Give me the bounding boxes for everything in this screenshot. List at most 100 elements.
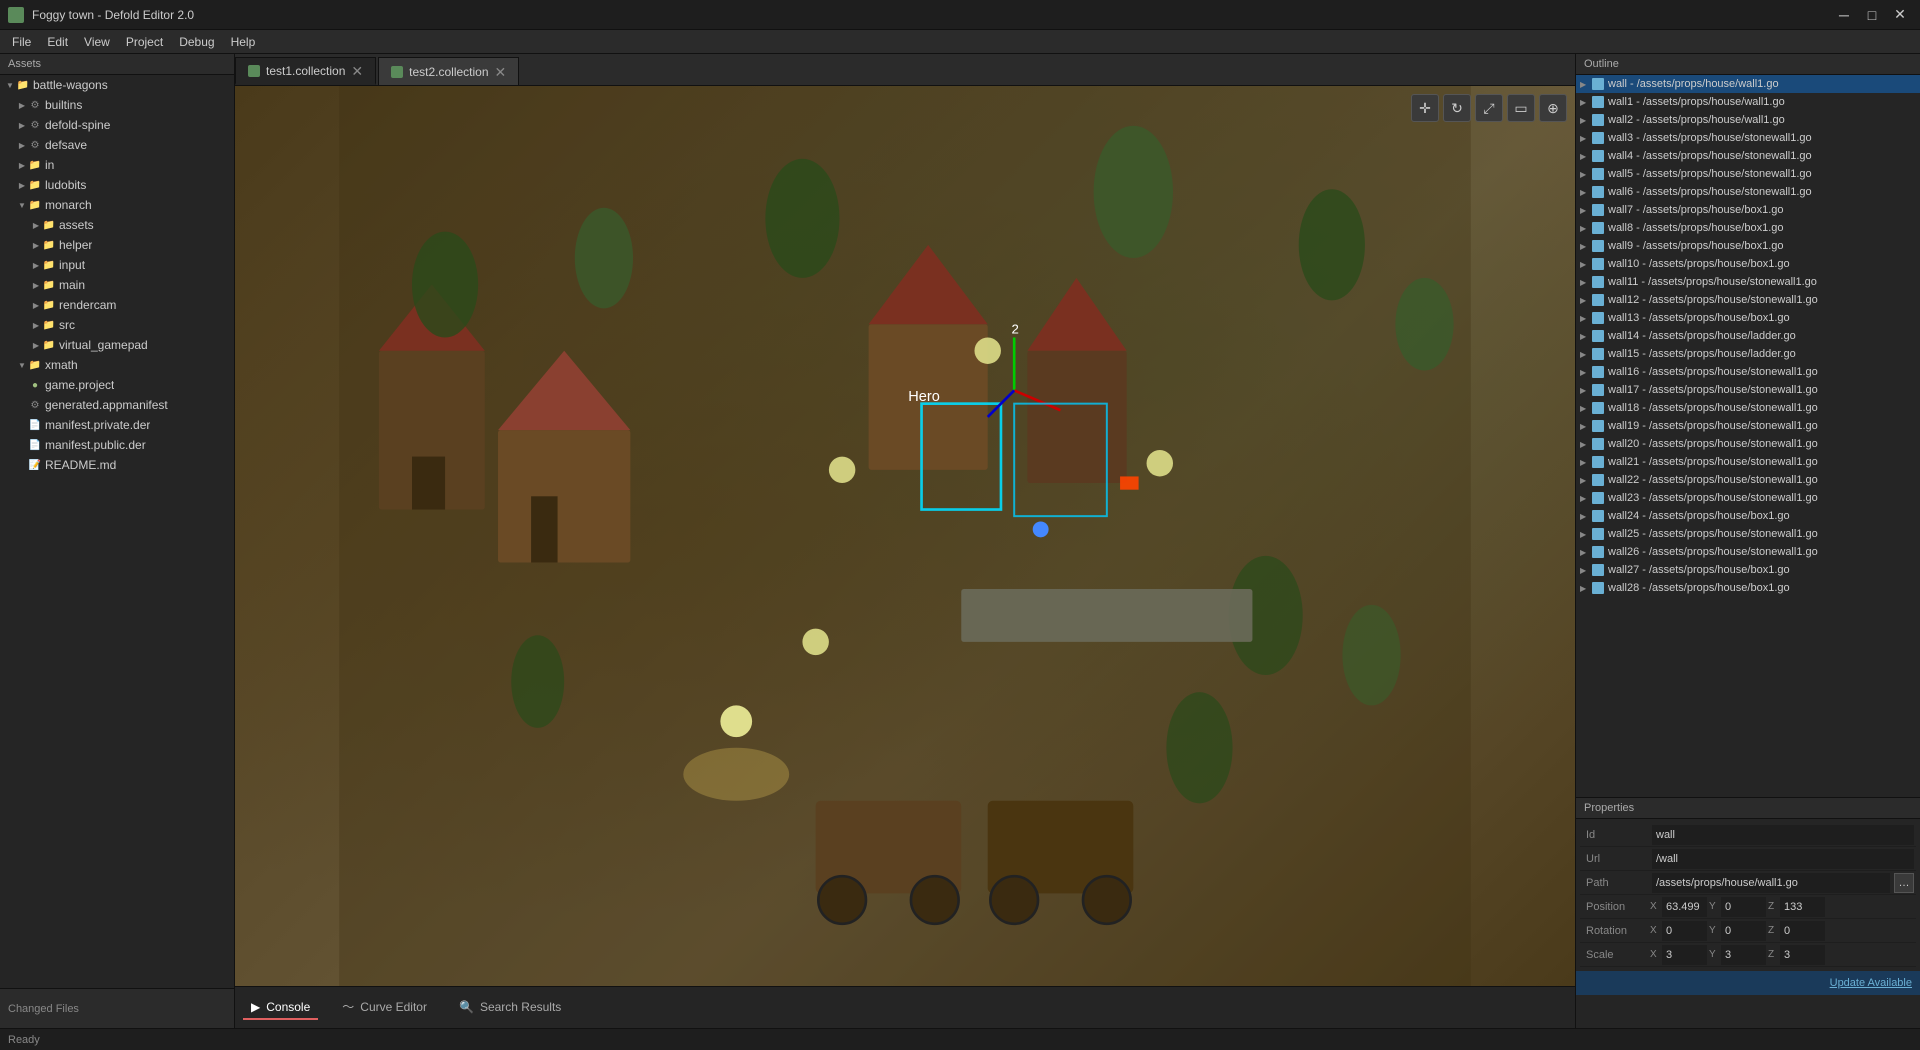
outline-item-wall-9[interactable]: ▶ wall9 - /assets/props/house/box1.go (1576, 237, 1920, 255)
outline-item-wall-7[interactable]: ▶ wall7 - /assets/props/house/box1.go (1576, 201, 1920, 219)
outline-item-wall-13[interactable]: ▶ wall13 - /assets/props/house/box1.go (1576, 309, 1920, 327)
outline-item-wall-21[interactable]: ▶ wall21 - /assets/props/house/stonewall… (1576, 453, 1920, 471)
outline-arrow: ▶ (1580, 584, 1592, 593)
tab-close-button[interactable]: ✕ (351, 64, 363, 78)
outline-item-wall-16[interactable]: ▶ wall16 - /assets/props/house/stonewall… (1576, 363, 1920, 381)
sidebar-item-readme[interactable]: 📝 README.md (0, 455, 234, 475)
title-bar: Foggy town - Defold Editor 2.0 ─ □ ✕ (0, 0, 1920, 30)
menu-help[interactable]: Help (223, 33, 264, 51)
sidebar-item-defold-spine[interactable]: ⚙ defold-spine (0, 115, 234, 135)
outline-item-wall-17[interactable]: ▶ wall17 - /assets/props/house/stonewall… (1576, 381, 1920, 399)
outline-item-wall-8[interactable]: ▶ wall8 - /assets/props/house/box1.go (1576, 219, 1920, 237)
outline-item-wall-19[interactable]: ▶ wall19 - /assets/props/house/stonewall… (1576, 417, 1920, 435)
sidebar-item-helper[interactable]: 📁 helper (0, 235, 234, 255)
scale-y-value[interactable]: 3 (1721, 945, 1766, 965)
sidebar-item-input[interactable]: 📁 input (0, 255, 234, 275)
position-z: Z 133 (1768, 897, 1825, 917)
outline-label: wall27 - /assets/props/house/box1.go (1608, 564, 1790, 576)
sidebar-item-rendercam[interactable]: 📁 rendercam (0, 295, 234, 315)
menu-debug[interactable]: Debug (171, 33, 222, 51)
sidebar-item-src[interactable]: 📁 src (0, 315, 234, 335)
move-tool-button[interactable]: ✛ (1411, 94, 1439, 122)
sidebar-item-in[interactable]: 📁 in (0, 155, 234, 175)
rotate-tool-button[interactable]: ↻ (1443, 94, 1471, 122)
sidebar-item-ludobits[interactable]: 📁 ludobits (0, 175, 234, 195)
outline-item-wall-0[interactable]: ▶ wall - /assets/props/house/wall1.go (1576, 75, 1920, 93)
sidebar-item-monarch[interactable]: 📁 monarch (0, 195, 234, 215)
outline-item-wall-10[interactable]: ▶ wall10 - /assets/props/house/box1.go (1576, 255, 1920, 273)
update-available-link[interactable]: Update Available (1830, 977, 1912, 989)
outline-item-wall-18[interactable]: ▶ wall18 - /assets/props/house/stonewall… (1576, 399, 1920, 417)
menu-view[interactable]: View (76, 33, 118, 51)
tab-test1[interactable]: test1.collection ✕ (235, 57, 376, 85)
prop-value-id[interactable]: wall (1652, 825, 1914, 845)
zoom-tool-button[interactable]: ⊕ (1539, 94, 1567, 122)
position-y-value[interactable]: 0 (1721, 897, 1766, 917)
sidebar-item-builtins[interactable]: ⚙ builtins (0, 95, 234, 115)
outline-item-wall-24[interactable]: ▶ wall24 - /assets/props/house/box1.go (1576, 507, 1920, 525)
outline-item-wall-27[interactable]: ▶ wall27 - /assets/props/house/box1.go (1576, 561, 1920, 579)
changed-files-tab[interactable]: Changed Files (0, 988, 234, 1028)
outline-item-wall-6[interactable]: ▶ wall6 - /assets/props/house/stonewall1… (1576, 183, 1920, 201)
sidebar-item-manifest-public[interactable]: 📄 manifest.public.der (0, 435, 234, 455)
scale-tool-button[interactable]: ⤢ (1475, 94, 1503, 122)
menu-project[interactable]: Project (118, 33, 171, 51)
scale-z-value[interactable]: 3 (1780, 945, 1825, 965)
sidebar-item-defsave[interactable]: ⚙ defsave (0, 135, 234, 155)
path-browse-button[interactable]: … (1894, 873, 1914, 893)
rotation-x-value[interactable]: 0 (1662, 921, 1707, 941)
console-tab[interactable]: ▶ Console (243, 996, 318, 1020)
outline-arrow: ▶ (1580, 278, 1592, 287)
maximize-button[interactable]: □ (1860, 5, 1884, 25)
console-tab-label: Console (266, 1000, 310, 1014)
folder-icon: 📁 (28, 358, 42, 372)
go-icon (1592, 528, 1604, 540)
prop-value-path[interactable]: /assets/props/house/wall1.go (1652, 873, 1890, 893)
close-button[interactable]: ✕ (1888, 5, 1912, 25)
curve-editor-tab[interactable]: 〜 Curve Editor (334, 994, 435, 1021)
sidebar-item-main[interactable]: 📁 main (0, 275, 234, 295)
sidebar-item-battle-wagons[interactable]: 📁 battle-wagons (0, 75, 234, 95)
sidebar-item-game-project[interactable]: ● game.project (0, 375, 234, 395)
rotation-z-value[interactable]: 0 (1780, 921, 1825, 941)
outline-item-wall-4[interactable]: ▶ wall4 - /assets/props/house/stonewall1… (1576, 147, 1920, 165)
outline-item-wall-15[interactable]: ▶ wall15 - /assets/props/house/ladder.go (1576, 345, 1920, 363)
outline-item-wall-25[interactable]: ▶ wall25 - /assets/props/house/stonewall… (1576, 525, 1920, 543)
tree-arrow-empty (16, 379, 28, 391)
tree-label: manifest.private.der (45, 418, 150, 432)
outline-item-wall-26[interactable]: ▶ wall26 - /assets/props/house/stonewall… (1576, 543, 1920, 561)
outline-item-wall-12[interactable]: ▶ wall12 - /assets/props/house/stonewall… (1576, 291, 1920, 309)
outline-item-wall-2[interactable]: ▶ wall2 - /assets/props/house/wall1.go (1576, 111, 1920, 129)
prop-value-url[interactable]: /wall (1652, 849, 1914, 869)
outline-item-wall-28[interactable]: ▶ wall28 - /assets/props/house/box1.go (1576, 579, 1920, 597)
viewport[interactable]: Hero 2 (235, 86, 1575, 986)
rotation-y-value[interactable]: 0 (1721, 921, 1766, 941)
viewport-canvas[interactable]: Hero 2 (235, 86, 1575, 986)
outline-item-wall-20[interactable]: ▶ wall20 - /assets/props/house/stonewall… (1576, 435, 1920, 453)
minimize-button[interactable]: ─ (1832, 5, 1856, 25)
outline-item-wall-23[interactable]: ▶ wall23 - /assets/props/house/stonewall… (1576, 489, 1920, 507)
position-x-value[interactable]: 63.499 (1662, 897, 1707, 917)
outline-item-wall-14[interactable]: ▶ wall14 - /assets/props/house/ladder.go (1576, 327, 1920, 345)
outline-item-wall-1[interactable]: ▶ wall1 - /assets/props/house/wall1.go (1576, 93, 1920, 111)
cog-icon: ⚙ (28, 118, 42, 132)
outline-item-wall-22[interactable]: ▶ wall22 - /assets/props/house/stonewall… (1576, 471, 1920, 489)
prop-label-scale: Scale (1580, 949, 1650, 961)
menu-file[interactable]: File (4, 33, 39, 51)
sidebar-item-assets[interactable]: 📁 assets (0, 215, 234, 235)
sidebar-item-xmath[interactable]: 📁 xmath (0, 355, 234, 375)
outline-item-wall-5[interactable]: ▶ wall5 - /assets/props/house/stonewall1… (1576, 165, 1920, 183)
rect-tool-button[interactable]: ▭ (1507, 94, 1535, 122)
scale-x-value[interactable]: 3 (1662, 945, 1707, 965)
position-z-value[interactable]: 133 (1780, 897, 1825, 917)
sidebar-item-manifest-private[interactable]: 📄 manifest.private.der (0, 415, 234, 435)
prop-row-url: Url /wall (1580, 847, 1916, 871)
tab-close-button[interactable]: ✕ (495, 65, 507, 79)
search-results-tab[interactable]: 🔍 Search Results (451, 996, 569, 1020)
sidebar-item-generated-appmanifest[interactable]: ⚙ generated.appmanifest (0, 395, 234, 415)
sidebar-item-virtual-gamepad[interactable]: 📁 virtual_gamepad (0, 335, 234, 355)
outline-item-wall-11[interactable]: ▶ wall11 - /assets/props/house/stonewall… (1576, 273, 1920, 291)
menu-edit[interactable]: Edit (39, 33, 76, 51)
outline-item-wall-3[interactable]: ▶ wall3 - /assets/props/house/stonewall1… (1576, 129, 1920, 147)
tab-test2[interactable]: test2.collection ✕ (378, 57, 519, 85)
